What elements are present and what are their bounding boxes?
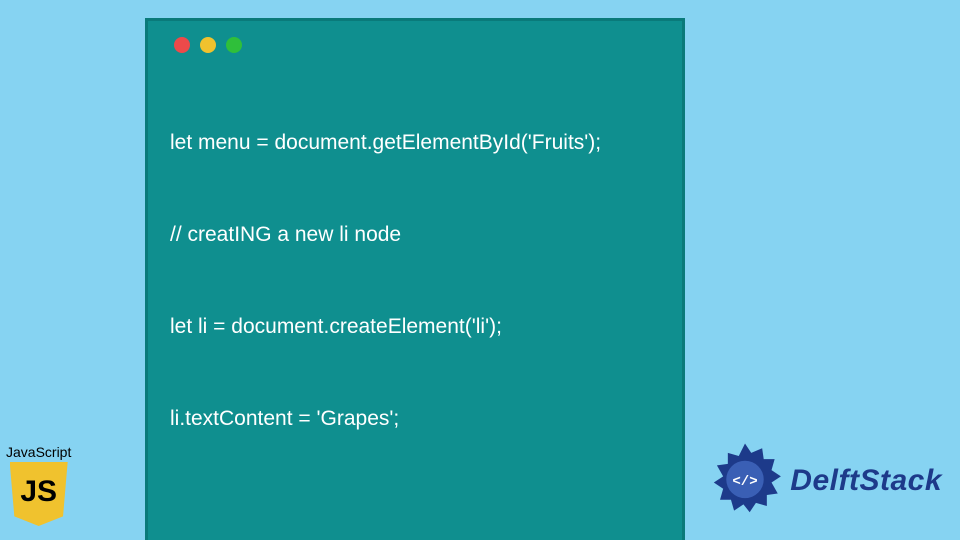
delftstack-logo: </> DelftStack [706, 442, 942, 520]
close-icon [174, 37, 190, 53]
window-controls [174, 37, 660, 53]
javascript-shield-icon: JS [10, 462, 68, 526]
delftstack-text: DelftStack [790, 464, 942, 498]
code-glyph-icon: </> [733, 474, 758, 490]
javascript-label: JavaScript [6, 444, 71, 460]
code-block: let menu = document.getElementById('Frui… [170, 69, 660, 540]
code-line: // creatING a new li node [170, 220, 660, 249]
code-line: li.textContent = 'Grapes'; [170, 404, 660, 433]
code-line: let menu = document.getElementById('Frui… [170, 128, 660, 157]
maximize-icon [226, 37, 242, 53]
code-window: let menu = document.getElementById('Frui… [145, 18, 685, 540]
delftstack-gear-icon: </> [706, 442, 784, 520]
minimize-icon [200, 37, 216, 53]
code-line: let li = document.createElement('li'); [170, 312, 660, 341]
code-line [170, 496, 660, 518]
javascript-icon-text: JS [20, 475, 57, 509]
javascript-badge: JavaScript JS [6, 444, 71, 526]
